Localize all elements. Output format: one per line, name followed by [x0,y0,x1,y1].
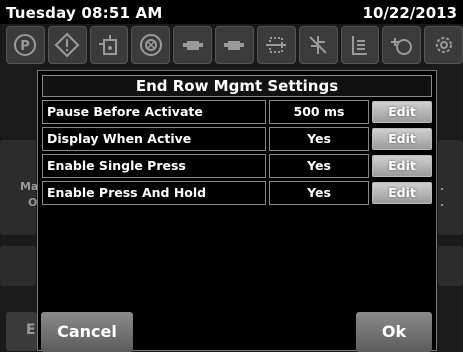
radiator-fluid-icon[interactable] [256,26,296,64]
setting-row-enable-press-and-hold: Enable Press And Hold Yes Edit [42,181,432,205]
transmission-fluid-icon[interactable] [340,26,380,64]
background-fragment: . [440,196,445,209]
setting-row-pause-before-activate: Pause Before Activate 500 ms Edit [42,100,432,124]
hydraulic-oil-icon[interactable] [89,26,129,64]
parking-brake-icon[interactable]: P [6,26,45,64]
setting-label: Display When Active [42,127,266,151]
svg-text:P: P [21,39,31,54]
fuel-filter-icon[interactable] [382,26,422,64]
background-panel-right-bottom [438,246,463,286]
dialog-title: End Row Mgmt Settings [42,75,432,97]
setting-value: Yes [269,181,369,205]
setting-row-enable-single-press: Enable Single Press Yes Edit [42,154,432,178]
edit-button[interactable]: Edit [372,101,432,123]
engine-oil-icon[interactable] [173,26,213,64]
edit-button[interactable]: Edit [372,155,432,177]
setting-value: Yes [269,127,369,151]
background-panel-left-bottom [0,246,36,286]
background-fragment: . [440,180,445,193]
background-fragment: E [26,322,36,338]
background-fragment: O [28,196,38,209]
setting-value: 500 ms [269,100,369,124]
clutch-icon[interactable] [131,26,171,64]
date: 10/22/2013 [362,4,457,22]
edit-button[interactable]: Edit [372,128,432,150]
setting-label: Enable Press And Hold [42,181,266,205]
setting-value: Yes [269,154,369,178]
coolant-level-icon[interactable] [298,26,338,64]
air-filter-icon[interactable] [424,26,463,64]
oil-pressure-icon[interactable] [215,26,254,64]
background-fragment: Ma [20,180,39,193]
warning-triangle-icon[interactable] [47,26,87,64]
setting-label: Enable Single Press [42,154,266,178]
ok-button[interactable]: Ok [356,312,432,352]
edit-button[interactable]: Edit [372,182,432,204]
setting-row-display-when-active: Display When Active Yes Edit [42,127,432,151]
status-bar: Tuesday 08:51 AM 10/22/2013 [0,0,463,24]
day-time: Tuesday 08:51 AM [6,4,163,22]
warning-icon-row: P [6,26,463,64]
end-row-settings-dialog: End Row Mgmt Settings Pause Before Activ… [37,70,437,352]
setting-label: Pause Before Activate [42,100,266,124]
cancel-button[interactable]: Cancel [41,312,133,352]
